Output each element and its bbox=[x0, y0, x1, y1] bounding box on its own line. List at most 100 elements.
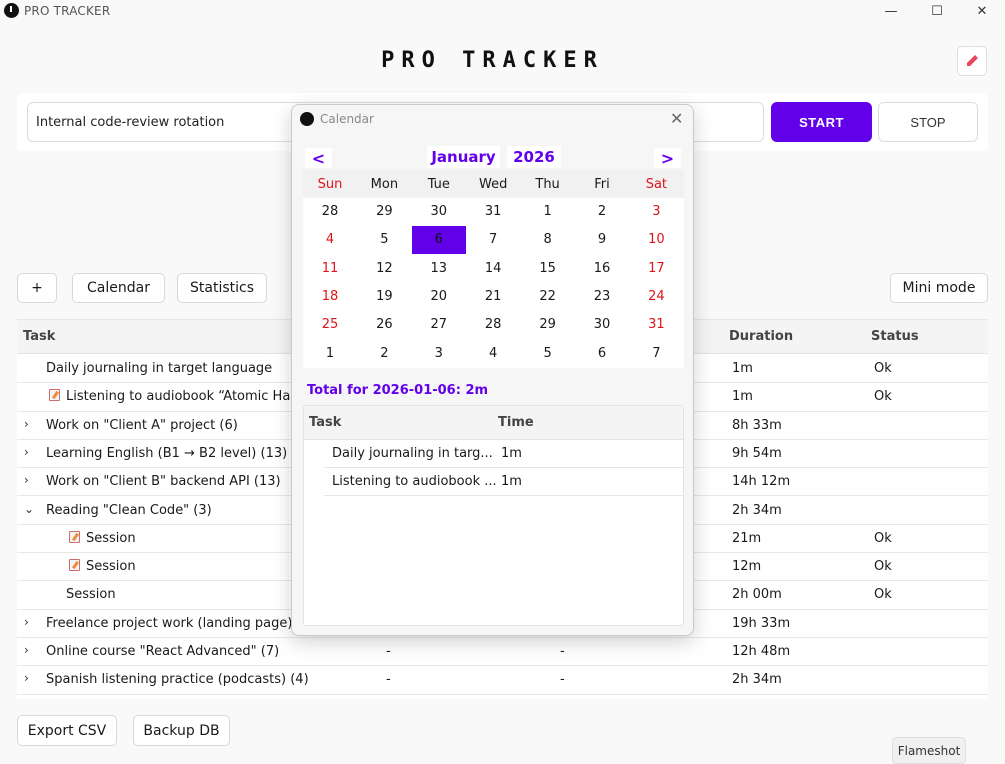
title-bar: PRO TRACKER — ☐ ✕ bbox=[0, 0, 1005, 22]
calendar-day[interactable]: 24 bbox=[629, 283, 683, 311]
year-selector[interactable]: 2026 bbox=[507, 146, 561, 168]
chevron-right-icon[interactable]: › bbox=[24, 615, 29, 629]
calendar-day[interactable]: 5 bbox=[521, 340, 575, 368]
calendar-day[interactable]: 9 bbox=[575, 226, 629, 254]
column-3-value: - bbox=[560, 644, 565, 659]
column-header-time[interactable]: Time bbox=[498, 415, 534, 430]
column-2-value: - bbox=[386, 644, 391, 659]
task-name: Session bbox=[69, 559, 136, 574]
dialog-close-icon[interactable]: ✕ bbox=[670, 109, 683, 128]
day-entry-row[interactable]: Listening to audiobook ... 1m bbox=[324, 468, 683, 496]
calendar-day[interactable]: 16 bbox=[575, 255, 629, 283]
calendar-day[interactable]: 5 bbox=[357, 226, 411, 254]
column-header-duration[interactable]: Duration bbox=[729, 329, 793, 344]
next-month-button[interactable]: > bbox=[654, 148, 681, 168]
calendar-day[interactable]: 7 bbox=[466, 226, 520, 254]
export-csv-button[interactable]: Export CSV bbox=[17, 715, 117, 746]
calendar-day[interactable]: 11 bbox=[303, 255, 357, 283]
calendar-button[interactable]: Calendar bbox=[72, 273, 165, 303]
calendar-day[interactable]: 10 bbox=[629, 226, 683, 254]
calendar-day[interactable]: 1 bbox=[521, 198, 575, 226]
day-entry-row[interactable]: Daily journaling in targ... 1m bbox=[324, 440, 683, 468]
duration-value: 2h 34m bbox=[732, 672, 782, 688]
chevron-right-icon[interactable]: › bbox=[24, 671, 29, 685]
close-button[interactable]: ✕ bbox=[959, 0, 1005, 22]
chevron-right-icon[interactable]: › bbox=[24, 643, 29, 657]
calendar-day[interactable]: 23 bbox=[575, 283, 629, 311]
calendar-day[interactable]: 3 bbox=[629, 198, 683, 226]
calendar-day[interactable]: 31 bbox=[466, 198, 520, 226]
calendar-day[interactable]: 12 bbox=[357, 255, 411, 283]
calendar-day[interactable]: 7 bbox=[629, 340, 683, 368]
window-title: PRO TRACKER bbox=[24, 4, 111, 18]
note-icon bbox=[69, 530, 80, 543]
calendar-day[interactable]: 29 bbox=[521, 311, 575, 339]
calendar-day[interactable]: 28 bbox=[466, 311, 520, 339]
calendar-day[interactable]: 6 bbox=[411, 226, 466, 255]
calendar-day[interactable]: 20 bbox=[412, 283, 466, 311]
note-icon bbox=[69, 559, 80, 572]
day-entries-table: Task Time Daily journaling in targ... 1m L… bbox=[303, 405, 684, 626]
chevron-right-icon[interactable]: › bbox=[24, 473, 29, 487]
calendar-day[interactable]: 21 bbox=[466, 283, 520, 311]
calendar-dialog: Calendar ✕ < January 2026 > Sun Mon Tue Wed… bbox=[291, 104, 694, 636]
table-row[interactable]: › Spanish listening practice (podcasts) (… bbox=[17, 666, 988, 695]
calendar-day[interactable]: 6 bbox=[575, 340, 629, 368]
start-button[interactable]: START bbox=[771, 102, 872, 142]
maximize-button[interactable]: ☐ bbox=[914, 0, 960, 22]
column-header-task[interactable]: Task bbox=[23, 329, 55, 344]
month-selector[interactable]: January bbox=[427, 146, 500, 168]
duration-value: 2h 34m bbox=[732, 502, 782, 518]
calendar-day[interactable]: 3 bbox=[412, 340, 466, 368]
task-label: Freelance project work (landing page) ( bbox=[46, 615, 302, 631]
calendar-day[interactable]: 4 bbox=[466, 340, 520, 368]
minimize-button[interactable]: — bbox=[868, 0, 914, 22]
duration-value: 12h 48m bbox=[732, 644, 791, 659]
chevron-right-icon[interactable]: › bbox=[24, 417, 29, 431]
calendar-day[interactable]: 27 bbox=[412, 311, 466, 339]
calendar-day[interactable]: 14 bbox=[466, 255, 520, 283]
calendar-day[interactable]: 31 bbox=[629, 311, 683, 339]
stop-button[interactable]: STOP bbox=[878, 102, 978, 142]
dialog-title: Calendar bbox=[320, 112, 374, 126]
calendar-day[interactable]: 30 bbox=[575, 311, 629, 339]
calendar-day[interactable]: 25 bbox=[303, 311, 357, 339]
calendar-day[interactable]: 1 bbox=[303, 340, 357, 368]
calendar-day[interactable]: 2 bbox=[357, 340, 411, 368]
chevron-down-icon[interactable]: ⌄ bbox=[24, 502, 34, 516]
task-label: Work on "Client A" project (6) bbox=[46, 417, 238, 433]
calendar-day[interactable]: 29 bbox=[357, 198, 411, 226]
column-header-status[interactable]: Status bbox=[871, 329, 919, 344]
calendar-day[interactable]: 15 bbox=[521, 255, 575, 283]
calendar-day[interactable]: 4 bbox=[303, 226, 357, 254]
add-task-button[interactable]: + bbox=[17, 273, 57, 303]
task-label: Online course "React Advanced" (7) bbox=[46, 644, 280, 659]
calendar-day[interactable]: 22 bbox=[521, 283, 575, 311]
calendar-day[interactable]: 8 bbox=[521, 226, 575, 254]
task-name: Learning English (B1 → B2 level) (13) bbox=[46, 446, 287, 461]
statistics-button[interactable]: Statistics bbox=[177, 273, 267, 303]
table-row[interactable]: › Online course "React Advanced" (7) - - 12h… bbox=[17, 638, 988, 667]
weekday-header: Sun Mon Tue Wed Thu Fri Sat bbox=[303, 170, 684, 198]
theme-pen-button[interactable] bbox=[957, 46, 987, 76]
duration-value: 19h 33m bbox=[732, 615, 791, 631]
calendar-day[interactable]: 17 bbox=[629, 255, 683, 283]
status-value: Ok bbox=[874, 389, 892, 405]
calendar-day[interactable]: 18 bbox=[303, 283, 357, 311]
task-label: Reading "Clean Code" (3) bbox=[46, 502, 212, 518]
calendar-day[interactable]: 19 bbox=[357, 283, 411, 311]
backup-db-button[interactable]: Backup DB bbox=[133, 715, 230, 746]
calendar-day[interactable]: 28 bbox=[303, 198, 357, 226]
flameshot-tray-tooltip[interactable]: Flameshot bbox=[892, 737, 966, 764]
mini-mode-button[interactable]: Mini mode bbox=[890, 273, 988, 303]
calendar-day[interactable]: 30 bbox=[412, 198, 466, 226]
page-title: PRO TRACKER bbox=[381, 48, 604, 73]
column-header-task[interactable]: Task bbox=[309, 415, 341, 430]
calendar-day[interactable]: 2 bbox=[575, 198, 629, 226]
task-label: Work on "Client B" backend API (13) bbox=[46, 474, 281, 490]
calendar-day[interactable]: 26 bbox=[357, 311, 411, 339]
previous-month-button[interactable]: < bbox=[305, 148, 332, 168]
calendar-day[interactable]: 13 bbox=[412, 255, 466, 283]
note-icon bbox=[49, 389, 60, 402]
chevron-right-icon[interactable]: › bbox=[24, 445, 29, 459]
